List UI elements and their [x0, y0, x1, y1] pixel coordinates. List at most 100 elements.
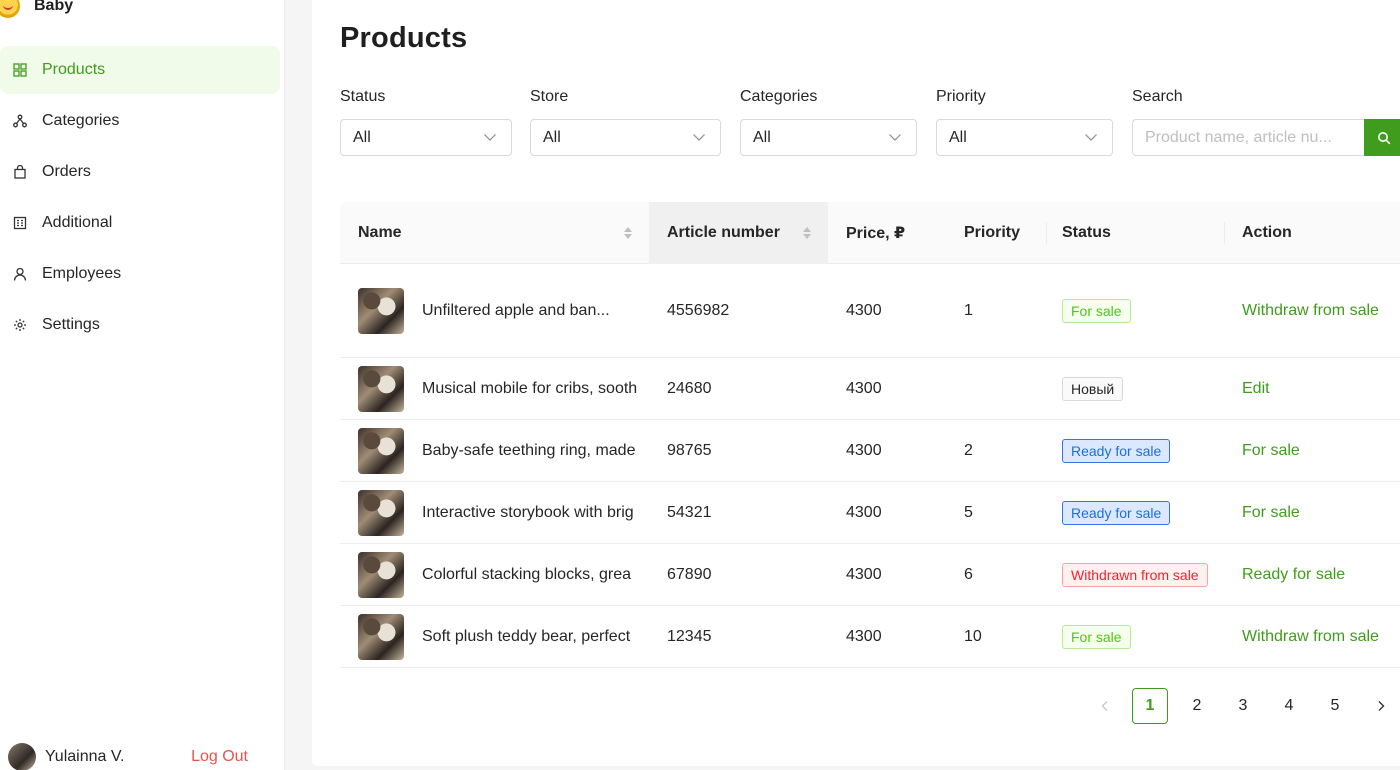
product-name[interactable]: Baby-safe teething ring, made	[422, 442, 649, 460]
product-thumbnail[interactable]	[358, 427, 404, 474]
product-thumbnail[interactable]	[358, 551, 404, 598]
column-header-price: Price, ₽	[828, 202, 946, 264]
page-button-2[interactable]: 2	[1179, 688, 1215, 724]
user-bar: Yulainna V. Log Out	[8, 743, 268, 770]
row-action-link[interactable]: For sale	[1242, 442, 1300, 459]
column-header-label: Status	[1062, 223, 1111, 241]
cell-article: 24680	[667, 379, 712, 397]
search-box	[1132, 119, 1400, 156]
avatar[interactable]	[8, 743, 36, 770]
sidebar-item-label: Employees	[42, 265, 122, 282]
product-thumbnail[interactable]	[358, 365, 404, 412]
page-button-4[interactable]: 4	[1271, 688, 1307, 724]
page-button-5[interactable]: 5	[1317, 688, 1353, 724]
product-name[interactable]: Interactive storybook with brig	[422, 504, 649, 522]
cell-price: 4300	[846, 627, 882, 645]
row-action-link[interactable]: Ready for sale	[1242, 566, 1345, 583]
column-header-name[interactable]: Name	[340, 202, 649, 264]
hierarchy-icon	[12, 113, 28, 129]
filter-status: Status All	[340, 88, 512, 156]
cell-article: 4556982	[667, 301, 730, 319]
product-thumbnail[interactable]	[358, 287, 404, 334]
cell-price: 4300	[846, 503, 882, 521]
cell-status: Новый	[1046, 376, 1224, 401]
sidebar-item-label: Orders	[42, 163, 91, 180]
prev-page-button[interactable]	[1087, 688, 1123, 724]
sidebar-item-additional[interactable]: Additional	[0, 199, 280, 247]
column-header-article[interactable]: Article number	[649, 201, 828, 264]
table-row[interactable]: Soft plush teddy bear, perfect 12345 4300 1…	[340, 606, 1400, 668]
cell-price: 4300	[846, 379, 882, 397]
column-divider	[1224, 221, 1225, 244]
priority-select[interactable]: All	[936, 119, 1113, 156]
row-action-link[interactable]: For sale	[1242, 504, 1300, 521]
table-row[interactable]: Colorful stacking blocks, grea 67890 4300 6…	[340, 544, 1400, 606]
sort-icon[interactable]	[802, 225, 812, 241]
cell-name: Baby-safe teething ring, made	[340, 427, 649, 474]
row-action-link[interactable]: Edit	[1242, 380, 1270, 397]
gear-icon	[12, 317, 28, 333]
cell-price: 4300	[846, 565, 882, 583]
sidebar-item-employees[interactable]: Employees	[0, 250, 280, 298]
shopping-bag-icon	[12, 164, 28, 180]
sidebar-item-orders[interactable]: Orders	[0, 148, 280, 196]
table-row[interactable]: Unfiltered apple and ban... 4556982 4300 1 F…	[340, 264, 1400, 358]
cell-price: 4300	[846, 441, 882, 459]
select-value: All	[753, 128, 771, 146]
filter-priority: Priority All	[936, 88, 1113, 156]
column-header-status: Status	[1046, 202, 1224, 264]
chevron-down-icon	[889, 134, 901, 141]
table-header: Name Article number Price, ₽ Priority St…	[340, 201, 1400, 264]
product-name[interactable]: Soft plush teddy bear, perfect	[422, 628, 649, 646]
cell-action: Withdraw from sale	[1224, 302, 1400, 320]
product-name[interactable]: Colorful stacking blocks, grea	[422, 566, 649, 584]
row-action-link[interactable]: Withdraw from sale	[1242, 628, 1379, 645]
cell-article: 67890	[667, 565, 712, 583]
cell-action: Withdraw from sale	[1224, 628, 1400, 646]
cell-priority: 1	[964, 301, 973, 319]
select-value: All	[353, 128, 371, 146]
product-name[interactable]: Musical mobile for cribs, sooth	[422, 380, 649, 398]
cell-status: Ready for sale	[1046, 500, 1224, 525]
chevron-down-icon	[693, 134, 705, 141]
sidebar-item-products[interactable]: Products	[0, 46, 280, 94]
table-row[interactable]: Interactive storybook with brig 54321 4300…	[340, 482, 1400, 544]
chevron-down-icon	[484, 134, 496, 141]
cell-priority: 5	[964, 503, 973, 521]
cell-name: Musical mobile for cribs, sooth	[340, 365, 649, 412]
logout-link[interactable]: Log Out	[191, 748, 248, 766]
sidebar-item-settings[interactable]: Settings	[0, 301, 280, 349]
user-name: Yulainna V.	[45, 748, 125, 765]
row-action-link[interactable]: Withdraw from sale	[1242, 302, 1379, 319]
table-row[interactable]: Baby-safe teething ring, made 98765 4300 2 R…	[340, 420, 1400, 482]
categories-select[interactable]: All	[740, 119, 917, 156]
page-title: Products	[340, 22, 468, 54]
search-input[interactable]	[1132, 119, 1364, 156]
column-header-priority: Priority	[946, 202, 1046, 264]
table-row[interactable]: Musical mobile for cribs, sooth 24680 4300…	[340, 358, 1400, 420]
sidebar-item-categories[interactable]: Categories	[0, 97, 280, 145]
chevron-down-icon	[1085, 134, 1097, 141]
product-thumbnail[interactable]	[358, 613, 404, 660]
sidebar-item-label: Settings	[42, 316, 100, 333]
filter-search: Search	[1132, 88, 1400, 156]
column-header-label: Article number	[667, 223, 780, 241]
store-select[interactable]: All	[530, 119, 721, 156]
sidebar-item-label: Categories	[42, 112, 120, 129]
product-thumbnail[interactable]	[358, 489, 404, 536]
page-button-3[interactable]: 3	[1225, 688, 1261, 724]
cell-name: Colorful stacking blocks, grea	[340, 551, 649, 598]
sidebar-nav: Products Categories Orders Additional Em…	[0, 46, 280, 352]
cell-action: For sale	[1224, 504, 1400, 522]
sort-icon[interactable]	[623, 225, 633, 241]
next-page-button[interactable]	[1363, 688, 1399, 724]
page-button-1[interactable]: 1	[1132, 688, 1168, 724]
cell-name: Soft plush teddy bear, perfect	[340, 613, 649, 660]
brand-name: Baby	[34, 0, 74, 14]
column-header-label: Action	[1242, 223, 1292, 241]
filter-store: Store All	[530, 88, 721, 156]
product-name[interactable]: Unfiltered apple and ban...	[422, 302, 649, 320]
search-button[interactable]	[1364, 119, 1400, 156]
status-select[interactable]: All	[340, 119, 512, 156]
brand[interactable]: Baby	[0, 0, 73, 18]
